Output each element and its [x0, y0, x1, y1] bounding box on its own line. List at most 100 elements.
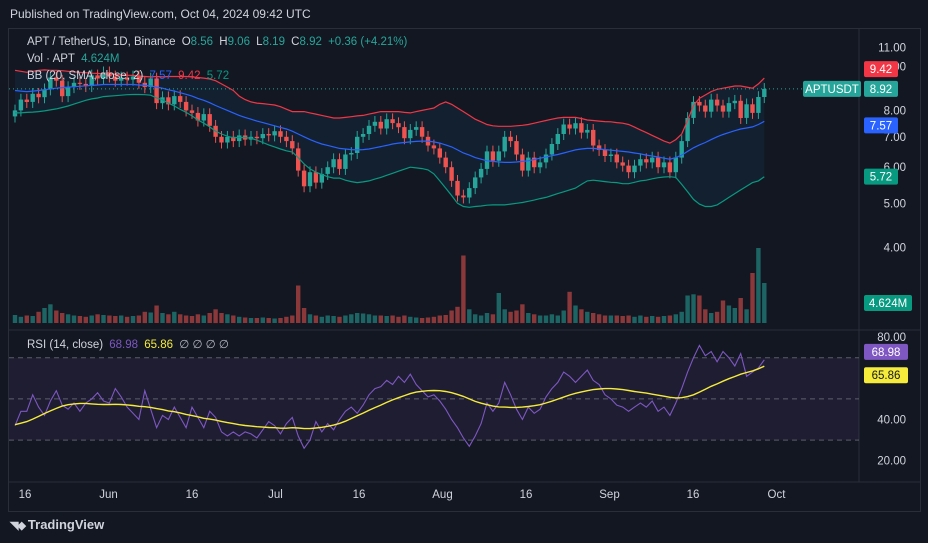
volume-bar — [496, 293, 501, 323]
candle-body — [431, 145, 437, 149]
volume-bar — [561, 310, 566, 323]
volume-bar — [437, 315, 442, 323]
volume-bar — [254, 318, 260, 323]
symbol-tag: APTUSDT — [803, 80, 861, 97]
candle-body — [520, 154, 525, 171]
rsi-legend: RSI (14, close) 68.98 65.86 ∅ ∅ ∅ ∅ — [27, 337, 232, 351]
volume-bar — [650, 316, 655, 323]
volume-bar — [502, 309, 507, 324]
candle-body — [419, 127, 425, 137]
volume-bar — [714, 311, 720, 324]
bb-lower-tag: 5.72 — [864, 168, 898, 185]
time-tick-label: 16 — [687, 489, 700, 501]
candle-body — [638, 159, 643, 166]
candle-body — [272, 131, 277, 136]
candle-body — [614, 154, 619, 163]
volume-tag: 4.624M — [864, 295, 912, 311]
tradingview-logo-icon: ◥◆ — [10, 520, 26, 532]
candle-body — [384, 119, 389, 129]
rsi-label[interactable]: RSI (14, close) — [27, 339, 103, 351]
rsi-empty-values: ∅ ∅ ∅ ∅ — [179, 339, 229, 351]
candle-body — [189, 110, 195, 113]
volume-bar — [626, 315, 631, 323]
volume-legend: Vol · APT 4.624M — [27, 53, 123, 65]
candle-body — [225, 136, 230, 143]
published-text: Published on TradingView.com, Oct 04, 20… — [10, 7, 311, 21]
volume-bar — [107, 315, 112, 323]
volume-bar — [390, 315, 395, 323]
candle-body — [526, 157, 531, 171]
volume-tag-text: 4.624M — [869, 298, 907, 310]
volume-bar — [632, 316, 637, 324]
volume-bar — [260, 317, 265, 323]
volume-bar — [756, 248, 761, 323]
candle-body — [366, 125, 372, 134]
volume-bar — [101, 315, 106, 323]
candle-body — [650, 157, 655, 163]
candle-body — [714, 99, 720, 106]
volume-bar — [614, 315, 619, 323]
candle-body — [738, 100, 743, 118]
volume-bar — [478, 315, 484, 323]
volume-bar — [384, 316, 389, 323]
candle-body — [201, 114, 206, 121]
candle-body — [396, 123, 401, 128]
volume-bar — [60, 313, 65, 323]
volume-bar — [673, 314, 678, 324]
volume-bar — [172, 311, 177, 324]
volume-bar — [508, 311, 513, 324]
candle-body — [567, 124, 572, 129]
volume-bar — [408, 316, 413, 324]
bollinger-lower-value: 5.72 — [206, 70, 230, 82]
candle-body — [561, 124, 566, 134]
volume-bar — [360, 313, 366, 323]
volume-bar — [183, 315, 189, 323]
volume-bar — [744, 309, 749, 324]
volume-label[interactable]: Vol · APT — [27, 53, 75, 65]
rsi-ma-value-tag-text: 65.86 — [872, 370, 901, 382]
bollinger-upper-value: 9.42 — [178, 70, 201, 82]
candle-body — [661, 162, 667, 168]
rsi-value: 68.98 — [109, 339, 139, 351]
bollinger-label[interactable]: BB (20, SMA, close, 2) — [27, 70, 143, 82]
volume-bar — [520, 304, 525, 324]
symbol-name[interactable]: APT / TetherUS, 1D, Binance — [27, 36, 176, 48]
candle-body — [620, 162, 625, 166]
volume-bar — [703, 309, 708, 324]
tradingview-logo[interactable]: ◥◆ TradingView — [10, 517, 104, 532]
volume-bar — [449, 310, 454, 323]
chart-frame[interactable]: 3.004.005.006.007.008.0010.0011.0020.004… — [8, 28, 921, 512]
volume-bar — [620, 316, 625, 323]
volume-bar — [414, 317, 419, 323]
volume-bar — [278, 318, 283, 323]
volume-bar — [366, 314, 372, 324]
volume-bar — [726, 305, 732, 323]
chart-canvas[interactable]: 3.004.005.006.007.008.0010.0011.0020.004… — [9, 29, 920, 511]
time-tick-label: 16 — [186, 489, 199, 501]
candle-body — [260, 134, 265, 139]
volume-bar — [591, 313, 596, 323]
volume-bar — [213, 309, 218, 324]
volume-bar — [77, 316, 83, 323]
volume-bar — [248, 318, 254, 323]
candle-body — [579, 123, 584, 133]
volume-bar — [124, 316, 130, 324]
candle-body — [720, 105, 726, 112]
volume-bar — [95, 314, 100, 324]
symbol-tag-text: APTUSDT — [805, 84, 859, 96]
volume-bar — [142, 311, 147, 324]
ohlc-close: 8.92 — [299, 36, 322, 48]
volume-bar — [543, 315, 549, 323]
volume-bar — [526, 313, 531, 323]
candle-body — [449, 167, 454, 181]
volume-bar — [750, 273, 755, 323]
volume-bar — [337, 316, 342, 324]
volume-bar — [154, 305, 159, 323]
ohlc-high: 9.06 — [227, 36, 250, 48]
candle-body — [573, 123, 578, 129]
candle-body — [537, 162, 543, 168]
volume-bar — [48, 304, 53, 324]
candle-body — [644, 159, 649, 163]
volume-bar — [697, 295, 702, 323]
candle-body — [437, 148, 442, 158]
